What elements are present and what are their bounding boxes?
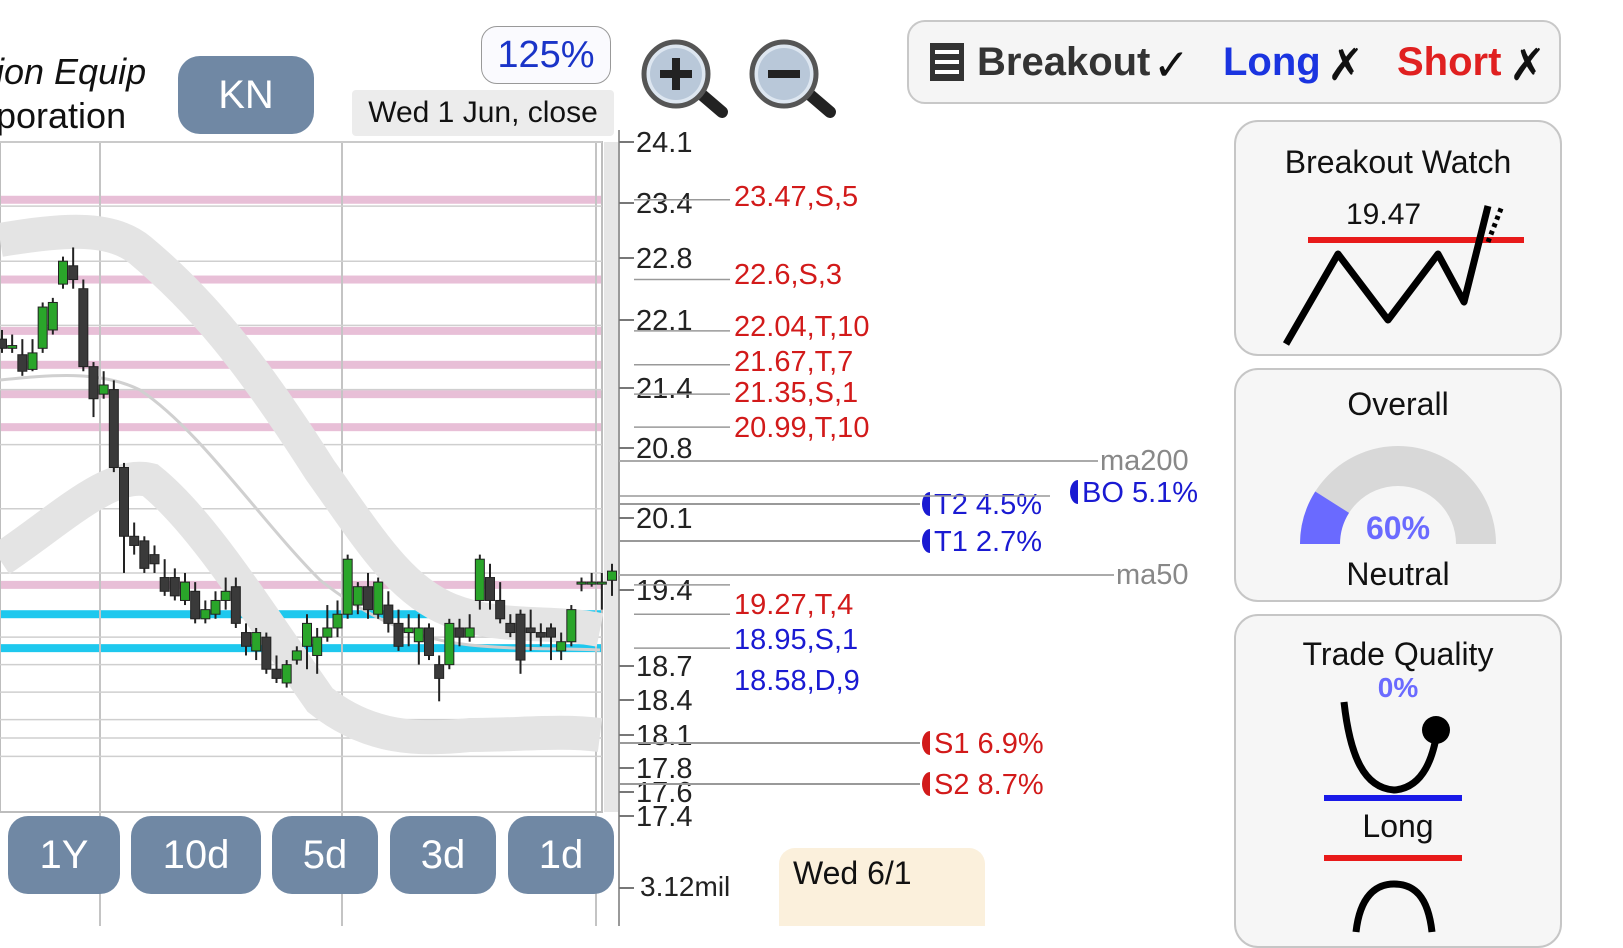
- volume-label: 3.12mil: [640, 871, 730, 902]
- cup-pattern-icon: [1324, 701, 1462, 801]
- long-x-icon: ✗: [1327, 41, 1364, 90]
- target-marker-icon: [1070, 480, 1078, 504]
- range-button-10d[interactable]: 10d: [131, 816, 261, 894]
- range-button-1d[interactable]: 1d: [508, 816, 614, 894]
- y-tick-label: 22.8: [636, 243, 692, 275]
- target-label: T1 2.7%: [934, 526, 1042, 558]
- candle[interactable]: [444, 618, 455, 670]
- level-label: 22.04,T,10: [734, 311, 869, 343]
- target-marker-icon: [922, 772, 930, 796]
- y-tick-label: 19.4: [636, 575, 692, 607]
- cursor-date-label: Wed 6/1: [779, 848, 985, 926]
- level-band: [0, 195, 602, 204]
- candle[interactable]: [251, 627, 262, 661]
- candle[interactable]: [37, 302, 48, 353]
- price-scrollbar[interactable]: [604, 142, 618, 812]
- y-tick-label: 22.1: [636, 305, 692, 337]
- candle[interactable]: [383, 591, 394, 633]
- range-button-5d[interactable]: 5d: [272, 816, 378, 894]
- candle[interactable]: [576, 577, 587, 592]
- legend-long-label: Long: [1223, 40, 1321, 84]
- candle[interactable]: [281, 660, 292, 688]
- candle[interactable]: [342, 554, 353, 619]
- candle[interactable]: [485, 563, 495, 610]
- candle[interactable]: [139, 536, 150, 573]
- candle[interactable]: [7, 334, 18, 353]
- y-tick-label: 18.1: [636, 720, 692, 752]
- breakout-watch-title: Breakout Watch: [1284, 144, 1512, 180]
- candle[interactable]: [373, 577, 384, 619]
- candle[interactable]: [566, 605, 577, 647]
- breakout-pattern-icon: [1282, 205, 1524, 346]
- level-band: [0, 275, 602, 284]
- candle[interactable]: [180, 572, 190, 606]
- candle[interactable]: [108, 380, 119, 473]
- candle[interactable]: [434, 655, 445, 702]
- candle[interactable]: [332, 600, 343, 638]
- target-marker-icon: [922, 731, 930, 755]
- trade-quality-title: Trade Quality: [1302, 636, 1494, 672]
- level-label: 23.47,S,5: [734, 181, 858, 213]
- ma-label: ma50: [1116, 559, 1189, 591]
- target-marker-icon: [922, 529, 930, 553]
- level-band: [0, 326, 602, 335]
- trade-quality-panel[interactable]: Trade Quality 0% Long: [1234, 614, 1562, 948]
- level-band: [0, 580, 602, 589]
- y-tick-label: 18.4: [636, 685, 692, 717]
- level-label: 21.67,T,7: [734, 346, 853, 378]
- y-tick-label: 18.7: [636, 651, 692, 683]
- candle[interactable]: [129, 522, 140, 555]
- short-x-icon: ✗: [1509, 41, 1546, 90]
- candle[interactable]: [27, 339, 38, 372]
- candle[interactable]: [149, 545, 160, 573]
- candle[interactable]: [88, 362, 99, 418]
- breakout-watch-panel[interactable]: Breakout Watch 19.47: [1234, 120, 1562, 356]
- target-label: S1 6.9%: [934, 728, 1044, 760]
- level-label: 21.35,S,1: [734, 377, 858, 409]
- candle[interactable]: [58, 256, 68, 289]
- range-button-3d[interactable]: 3d: [390, 816, 496, 894]
- trade-quality-label: Long: [1362, 808, 1434, 844]
- y-tick-label: 21.4: [636, 373, 692, 405]
- overall-percent: 60%: [1365, 510, 1431, 546]
- candle[interactable]: [159, 559, 170, 596]
- candle[interactable]: [424, 623, 434, 661]
- price-chart[interactable]: 24.123.422.822.121.420.820.119.418.718.4…: [0, 0, 1230, 926]
- target-label: S2 8.7%: [934, 769, 1044, 801]
- candle[interactable]: [403, 614, 414, 647]
- overall-label: Neutral: [1346, 556, 1450, 592]
- overall-panel[interactable]: Overall 60% Neutral: [1234, 368, 1562, 602]
- level-label: 19.27,T,4: [734, 589, 853, 621]
- overall-title: Overall: [1347, 386, 1449, 422]
- candle[interactable]: [78, 279, 89, 372]
- y-tick-label: 20.1: [636, 503, 692, 535]
- inverted-cup-icon: [1324, 855, 1462, 933]
- candle[interactable]: [210, 591, 221, 619]
- candle[interactable]: [47, 297, 58, 335]
- candle[interactable]: [17, 339, 28, 376]
- candle[interactable]: [200, 600, 211, 624]
- level-label: 20.99,T,10: [734, 412, 869, 444]
- y-tick-label: 24.1: [636, 127, 692, 159]
- level-label: 22.6,S,3: [734, 259, 842, 291]
- ma-label: ma200: [1100, 445, 1189, 477]
- legend-short-label: Short: [1397, 40, 1502, 84]
- level-label: 18.58,D,9: [734, 665, 860, 697]
- candle[interactable]: [413, 614, 424, 665]
- y-tick-label: 17.4: [636, 801, 692, 833]
- y-tick-label: 23.4: [636, 188, 692, 220]
- target-label: T2 4.5%: [934, 489, 1042, 521]
- candle[interactable]: [119, 462, 129, 573]
- candle[interactable]: [261, 632, 272, 674]
- range-button-1y[interactable]: 1Y: [8, 816, 120, 894]
- target-label: BO 5.1%: [1082, 477, 1198, 509]
- level-label: 18.95,S,1: [734, 624, 858, 656]
